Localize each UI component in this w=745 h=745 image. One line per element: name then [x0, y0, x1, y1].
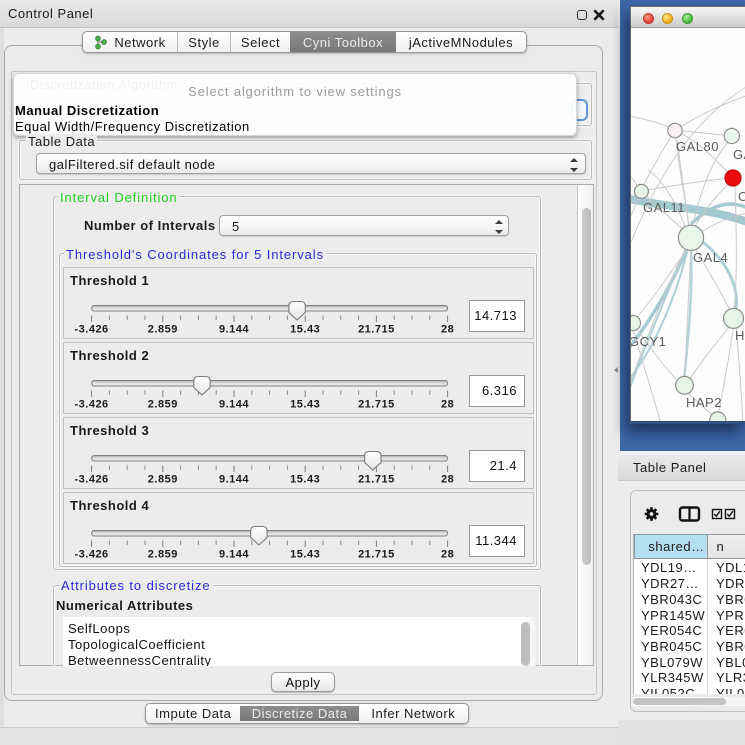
svg-text:21.715: 21.715 [358, 324, 395, 336]
svg-text:21.715: 21.715 [358, 474, 395, 486]
svg-text:15.43: 15.43 [290, 399, 320, 411]
svg-text:9.144: 9.144 [219, 474, 249, 486]
svg-text:9.144: 9.144 [219, 399, 249, 411]
svg-text:2.859: 2.859 [148, 324, 178, 336]
svg-text:21.715: 21.715 [358, 549, 395, 561]
svg-text:15.43: 15.43 [290, 474, 320, 486]
svg-text:GAL11: GAL11 [643, 200, 685, 215]
svg-text:-3.426: -3.426 [74, 324, 108, 336]
svg-text:-3.426: -3.426 [74, 474, 108, 486]
svg-text:H: H [735, 328, 745, 343]
svg-text:15.43: 15.43 [290, 549, 320, 561]
svg-text:9.144: 9.144 [219, 324, 249, 336]
svg-text:28: 28 [441, 549, 454, 561]
svg-text:HAP2: HAP2 [686, 395, 722, 410]
svg-text:21.715: 21.715 [358, 399, 395, 411]
svg-text:GA: GA [733, 147, 745, 162]
svg-text:2.859: 2.859 [148, 474, 178, 486]
svg-text:28: 28 [441, 399, 454, 411]
svg-text:-3.426: -3.426 [74, 549, 108, 561]
svg-text:15.43: 15.43 [290, 324, 320, 336]
svg-text:GAL4: GAL4 [693, 250, 728, 265]
svg-text:2.859: 2.859 [148, 549, 178, 561]
svg-text:GCY1: GCY1 [631, 334, 666, 349]
svg-text:28: 28 [441, 474, 454, 486]
svg-text:GAL80: GAL80 [676, 139, 719, 154]
svg-text:9.144: 9.144 [219, 549, 249, 561]
svg-text:2.859: 2.859 [148, 399, 178, 411]
svg-text:C: C [738, 189, 745, 204]
svg-text:-3.426: -3.426 [74, 399, 108, 411]
svg-text:28: 28 [441, 324, 454, 336]
